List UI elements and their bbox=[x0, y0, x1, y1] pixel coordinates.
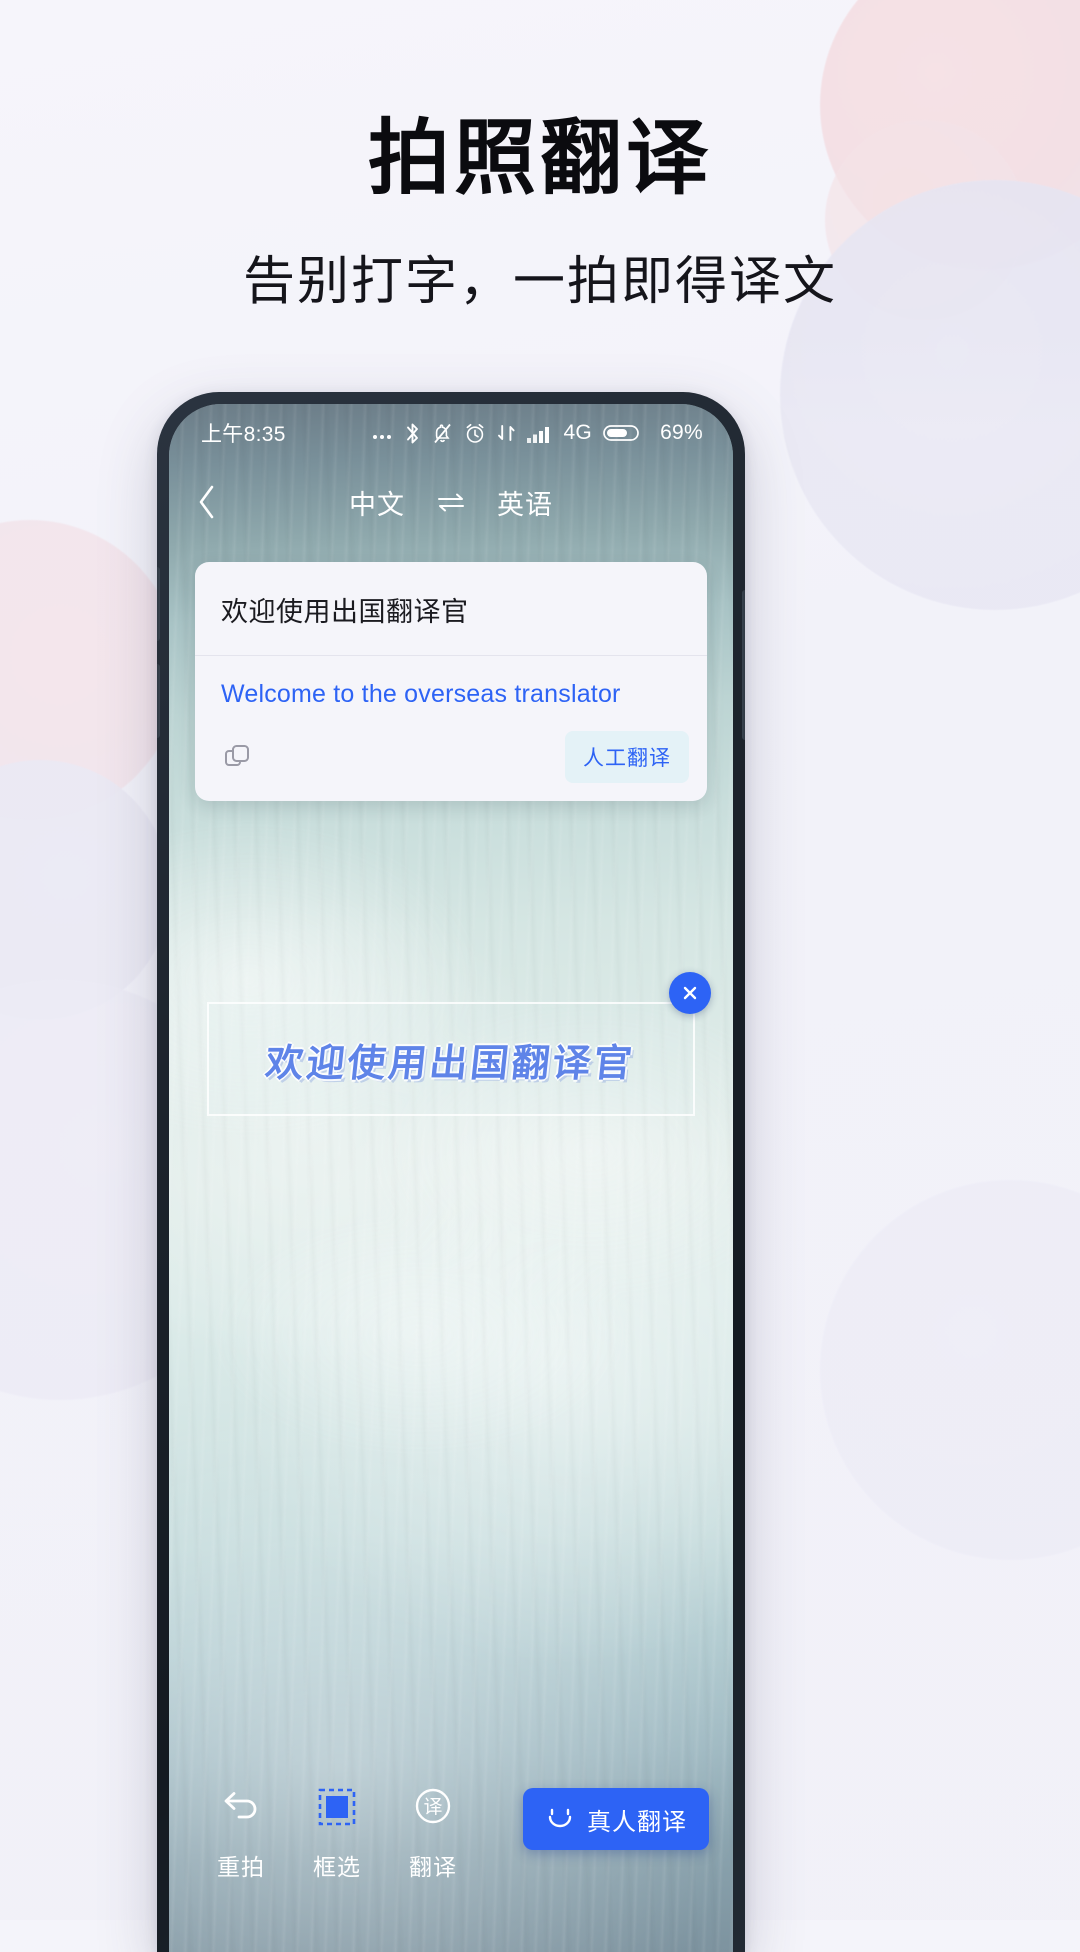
smiley-face-icon bbox=[548, 1808, 572, 1828]
battery-icon bbox=[603, 425, 639, 441]
data-transfer-icon bbox=[498, 425, 515, 441]
volume-up-button[interactable] bbox=[157, 567, 160, 641]
real-person-translate-button[interactable]: 真人翻译 bbox=[523, 1788, 709, 1850]
card-action-row: 人工翻译 bbox=[195, 723, 707, 801]
app-nav-bar: 中文 英语 bbox=[169, 466, 733, 538]
ocr-close-button[interactable] bbox=[669, 972, 711, 1014]
tool-retake-label: 重拍 bbox=[217, 1854, 265, 1880]
camera-bottom-toolbar: 重拍 框选 译 翻译 真人翻译 bbox=[169, 1762, 733, 1952]
tool-translate[interactable]: 译 翻译 bbox=[385, 1784, 481, 1882]
selection-box-icon bbox=[316, 1784, 358, 1830]
bluetooth-icon bbox=[407, 423, 419, 443]
status-time: 上午8:35 bbox=[201, 423, 286, 446]
target-language-label[interactable]: 英语 bbox=[497, 483, 553, 522]
undo-arrow-icon bbox=[220, 1784, 262, 1830]
battery-percent-label: 69% bbox=[660, 421, 703, 444]
page-subtitle: 告别打字，一拍即得译文 bbox=[242, 253, 837, 311]
swap-horizontal-icon[interactable] bbox=[435, 490, 467, 514]
svg-text:译: 译 bbox=[423, 1796, 442, 1818]
source-language-label[interactable]: 中文 bbox=[349, 483, 405, 522]
back-button[interactable] bbox=[169, 484, 245, 520]
tool-retake[interactable]: 重拍 bbox=[193, 1784, 289, 1882]
tool-select-box[interactable]: 框选 bbox=[289, 1784, 385, 1882]
source-text: 欢迎使用出国翻译官 bbox=[195, 562, 707, 656]
translation-result-card: 欢迎使用出国翻译官 Welcome to the overseas transl… bbox=[195, 562, 707, 801]
translate-circle-icon: 译 bbox=[411, 1784, 455, 1830]
real-person-translate-label: 真人翻译 bbox=[587, 1808, 687, 1836]
status-icon-group: 4G 69% bbox=[371, 421, 703, 445]
promo-headline-block: 拍照翻译 告别打字，一拍即得译文 bbox=[0, 113, 1080, 311]
human-translate-button[interactable]: 人工翻译 bbox=[565, 731, 689, 783]
ocr-detection-box[interactable]: 欢迎使用出国翻译官 bbox=[207, 1002, 695, 1116]
ocr-detected-text: 欢迎使用出国翻译官 bbox=[263, 1040, 638, 1085]
language-switcher[interactable]: 中文 英语 bbox=[245, 483, 657, 522]
status-bar: 上午8:35 4G 69% bbox=[169, 404, 733, 462]
alarm-clock-icon bbox=[466, 423, 484, 443]
more-dots-icon bbox=[373, 435, 392, 439]
copy-button[interactable] bbox=[221, 740, 255, 774]
chevron-left-icon bbox=[199, 485, 214, 519]
signal-bars-icon bbox=[527, 426, 550, 443]
tool-translate-label: 翻译 bbox=[409, 1854, 457, 1880]
tool-select-box-label: 框选 bbox=[313, 1854, 361, 1880]
volume-down-button[interactable] bbox=[157, 664, 160, 738]
copy-icon bbox=[225, 745, 249, 766]
phone-mockup: 上午8:35 4G 69% 中文 英语 欢迎使用出国翻译官 Welcome to… bbox=[157, 392, 745, 1952]
phone-screen: 上午8:35 4G 69% 中文 英语 欢迎使用出国翻译官 Welcome to… bbox=[169, 404, 733, 1952]
translated-text: Welcome to the overseas translator bbox=[221, 680, 621, 708]
page-title: 拍照翻译 bbox=[367, 113, 712, 204]
network-type-label: 4G bbox=[563, 421, 593, 444]
close-circle-icon bbox=[683, 986, 697, 1000]
bell-muted-icon bbox=[434, 423, 452, 443]
power-button[interactable] bbox=[742, 590, 745, 740]
